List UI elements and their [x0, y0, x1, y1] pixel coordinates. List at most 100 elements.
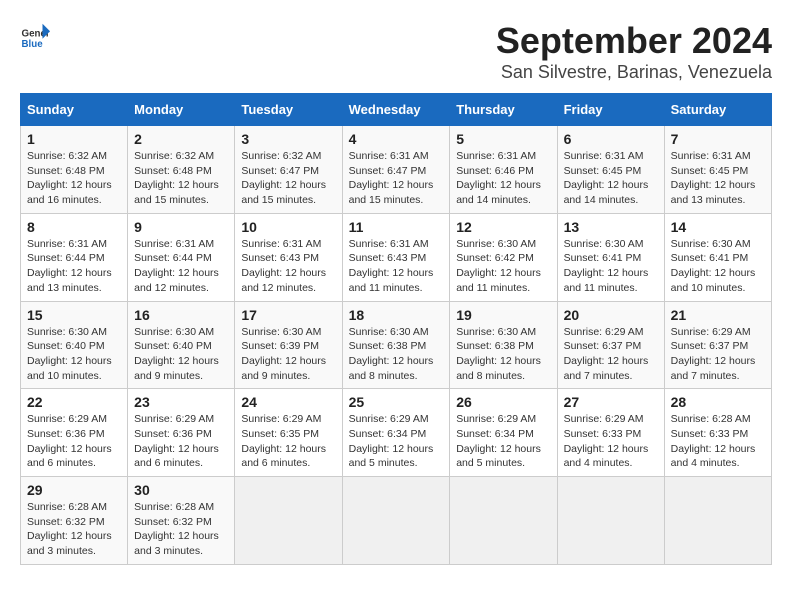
calendar-cell: 1 Sunrise: 6:32 AMSunset: 6:48 PMDayligh…: [21, 126, 128, 214]
day-number: 17: [241, 307, 335, 323]
day-number: 12: [456, 219, 550, 235]
day-number: 2: [134, 131, 228, 147]
calendar-cell: 24 Sunrise: 6:29 AMSunset: 6:35 PMDaylig…: [235, 389, 342, 477]
day-number: 16: [134, 307, 228, 323]
day-detail: Sunrise: 6:29 AMSunset: 6:36 PMDaylight:…: [134, 413, 219, 469]
calendar-row: 22 Sunrise: 6:29 AMSunset: 6:36 PMDaylig…: [21, 389, 772, 477]
day-detail: Sunrise: 6:29 AMSunset: 6:36 PMDaylight:…: [27, 413, 112, 469]
calendar-cell: 28 Sunrise: 6:28 AMSunset: 6:33 PMDaylig…: [664, 389, 771, 477]
day-detail: Sunrise: 6:29 AMSunset: 6:35 PMDaylight:…: [241, 413, 326, 469]
page-header: General Blue September 2024 San Silvestr…: [20, 20, 772, 83]
day-number: 21: [671, 307, 765, 323]
day-number: 25: [349, 394, 444, 410]
calendar-cell: 9 Sunrise: 6:31 AMSunset: 6:44 PMDayligh…: [128, 213, 235, 301]
calendar-cell: 15 Sunrise: 6:30 AMSunset: 6:40 PMDaylig…: [21, 301, 128, 389]
day-detail: Sunrise: 6:29 AMSunset: 6:34 PMDaylight:…: [456, 413, 541, 469]
calendar-cell: 29 Sunrise: 6:28 AMSunset: 6:32 PMDaylig…: [21, 477, 128, 565]
day-number: 24: [241, 394, 335, 410]
day-detail: Sunrise: 6:30 AMSunset: 6:38 PMDaylight:…: [349, 326, 434, 382]
day-detail: Sunrise: 6:28 AMSunset: 6:32 PMDaylight:…: [134, 501, 219, 557]
day-detail: Sunrise: 6:31 AMSunset: 6:43 PMDaylight:…: [241, 238, 326, 294]
day-number: 14: [671, 219, 765, 235]
day-detail: Sunrise: 6:30 AMSunset: 6:41 PMDaylight:…: [671, 238, 756, 294]
day-number: 15: [27, 307, 121, 323]
logo: General Blue: [20, 20, 50, 50]
svg-text:Blue: Blue: [22, 39, 44, 50]
day-number: 26: [456, 394, 550, 410]
day-number: 13: [564, 219, 658, 235]
day-number: 8: [27, 219, 121, 235]
calendar-cell: 3 Sunrise: 6:32 AMSunset: 6:47 PMDayligh…: [235, 126, 342, 214]
calendar-cell: 21 Sunrise: 6:29 AMSunset: 6:37 PMDaylig…: [664, 301, 771, 389]
calendar-cell: 13 Sunrise: 6:30 AMSunset: 6:41 PMDaylig…: [557, 213, 664, 301]
calendar-cell: 19 Sunrise: 6:30 AMSunset: 6:38 PMDaylig…: [450, 301, 557, 389]
calendar-cell: 20 Sunrise: 6:29 AMSunset: 6:37 PMDaylig…: [557, 301, 664, 389]
day-number: 3: [241, 131, 335, 147]
day-detail: Sunrise: 6:32 AMSunset: 6:47 PMDaylight:…: [241, 150, 326, 206]
day-number: 27: [564, 394, 658, 410]
day-detail: Sunrise: 6:31 AMSunset: 6:46 PMDaylight:…: [456, 150, 541, 206]
calendar-header-row: SundayMondayTuesdayWednesdayThursdayFrid…: [21, 94, 772, 126]
logo-icon: General Blue: [20, 20, 50, 50]
day-detail: Sunrise: 6:31 AMSunset: 6:43 PMDaylight:…: [349, 238, 434, 294]
calendar-row: 8 Sunrise: 6:31 AMSunset: 6:44 PMDayligh…: [21, 213, 772, 301]
col-header-tuesday: Tuesday: [235, 94, 342, 126]
day-number: 4: [349, 131, 444, 147]
day-detail: Sunrise: 6:30 AMSunset: 6:42 PMDaylight:…: [456, 238, 541, 294]
day-detail: Sunrise: 6:31 AMSunset: 6:47 PMDaylight:…: [349, 150, 434, 206]
col-header-monday: Monday: [128, 94, 235, 126]
day-number: 10: [241, 219, 335, 235]
day-number: 19: [456, 307, 550, 323]
day-detail: Sunrise: 6:29 AMSunset: 6:34 PMDaylight:…: [349, 413, 434, 469]
col-header-wednesday: Wednesday: [342, 94, 450, 126]
day-number: 28: [671, 394, 765, 410]
calendar-cell: 16 Sunrise: 6:30 AMSunset: 6:40 PMDaylig…: [128, 301, 235, 389]
day-detail: Sunrise: 6:32 AMSunset: 6:48 PMDaylight:…: [134, 150, 219, 206]
day-detail: Sunrise: 6:30 AMSunset: 6:40 PMDaylight:…: [134, 326, 219, 382]
title-block: September 2024 San Silvestre, Barinas, V…: [496, 20, 772, 83]
calendar-cell: [342, 477, 450, 565]
calendar-cell: 12 Sunrise: 6:30 AMSunset: 6:42 PMDaylig…: [450, 213, 557, 301]
day-detail: Sunrise: 6:31 AMSunset: 6:44 PMDaylight:…: [27, 238, 112, 294]
calendar-table: SundayMondayTuesdayWednesdayThursdayFrid…: [20, 93, 772, 565]
day-detail: Sunrise: 6:30 AMSunset: 6:38 PMDaylight:…: [456, 326, 541, 382]
day-number: 5: [456, 131, 550, 147]
calendar-cell: 26 Sunrise: 6:29 AMSunset: 6:34 PMDaylig…: [450, 389, 557, 477]
day-detail: Sunrise: 6:31 AMSunset: 6:44 PMDaylight:…: [134, 238, 219, 294]
calendar-cell: 10 Sunrise: 6:31 AMSunset: 6:43 PMDaylig…: [235, 213, 342, 301]
page-title: September 2024: [496, 20, 772, 62]
day-detail: Sunrise: 6:31 AMSunset: 6:45 PMDaylight:…: [671, 150, 756, 206]
day-number: 23: [134, 394, 228, 410]
calendar-cell: 14 Sunrise: 6:30 AMSunset: 6:41 PMDaylig…: [664, 213, 771, 301]
calendar-cell: [664, 477, 771, 565]
calendar-row: 1 Sunrise: 6:32 AMSunset: 6:48 PMDayligh…: [21, 126, 772, 214]
calendar-row: 29 Sunrise: 6:28 AMSunset: 6:32 PMDaylig…: [21, 477, 772, 565]
calendar-cell: 17 Sunrise: 6:30 AMSunset: 6:39 PMDaylig…: [235, 301, 342, 389]
calendar-cell: 18 Sunrise: 6:30 AMSunset: 6:38 PMDaylig…: [342, 301, 450, 389]
calendar-cell: 8 Sunrise: 6:31 AMSunset: 6:44 PMDayligh…: [21, 213, 128, 301]
day-detail: Sunrise: 6:30 AMSunset: 6:40 PMDaylight:…: [27, 326, 112, 382]
calendar-cell: 22 Sunrise: 6:29 AMSunset: 6:36 PMDaylig…: [21, 389, 128, 477]
calendar-cell: 6 Sunrise: 6:31 AMSunset: 6:45 PMDayligh…: [557, 126, 664, 214]
day-detail: Sunrise: 6:32 AMSunset: 6:48 PMDaylight:…: [27, 150, 112, 206]
day-number: 22: [27, 394, 121, 410]
calendar-cell: [450, 477, 557, 565]
col-header-saturday: Saturday: [664, 94, 771, 126]
day-detail: Sunrise: 6:29 AMSunset: 6:37 PMDaylight:…: [671, 326, 756, 382]
calendar-row: 15 Sunrise: 6:30 AMSunset: 6:40 PMDaylig…: [21, 301, 772, 389]
col-header-friday: Friday: [557, 94, 664, 126]
day-detail: Sunrise: 6:29 AMSunset: 6:37 PMDaylight:…: [564, 326, 649, 382]
calendar-cell: 11 Sunrise: 6:31 AMSunset: 6:43 PMDaylig…: [342, 213, 450, 301]
calendar-cell: 23 Sunrise: 6:29 AMSunset: 6:36 PMDaylig…: [128, 389, 235, 477]
calendar-cell: [557, 477, 664, 565]
day-number: 18: [349, 307, 444, 323]
day-number: 11: [349, 219, 444, 235]
page-subtitle: San Silvestre, Barinas, Venezuela: [496, 62, 772, 83]
day-number: 1: [27, 131, 121, 147]
day-detail: Sunrise: 6:31 AMSunset: 6:45 PMDaylight:…: [564, 150, 649, 206]
day-number: 20: [564, 307, 658, 323]
calendar-cell: 7 Sunrise: 6:31 AMSunset: 6:45 PMDayligh…: [664, 126, 771, 214]
day-detail: Sunrise: 6:28 AMSunset: 6:32 PMDaylight:…: [27, 501, 112, 557]
day-number: 6: [564, 131, 658, 147]
day-detail: Sunrise: 6:30 AMSunset: 6:39 PMDaylight:…: [241, 326, 326, 382]
